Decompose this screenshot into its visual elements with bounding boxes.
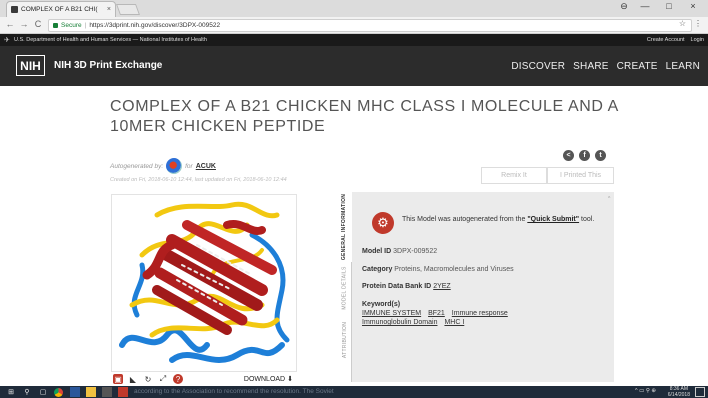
- minimize-button[interactable]: —: [636, 1, 654, 11]
- back-button[interactable]: ←: [4, 19, 16, 29]
- site-header: NIH NIH 3D Print Exchange DISCOVER SHARE…: [0, 46, 708, 86]
- file-explorer-icon[interactable]: [86, 387, 96, 397]
- search-icon[interactable]: ⚲: [22, 387, 32, 397]
- nav-learn[interactable]: LEARN: [666, 61, 700, 72]
- pdb-id-link[interactable]: 2YEZ: [433, 283, 451, 290]
- author-link[interactable]: ACUK: [196, 163, 216, 170]
- favicon-icon: [11, 6, 18, 13]
- print-icon[interactable]: ▣: [113, 374, 123, 384]
- nav-share[interactable]: SHARE: [573, 61, 608, 72]
- app-icon[interactable]: [102, 387, 112, 397]
- share-icon[interactable]: <: [563, 150, 574, 161]
- protein-ribbon-render: [119, 201, 290, 363]
- quick-submit-link[interactable]: "Quick Submit": [527, 216, 579, 223]
- keywords-block: Keyword(s) IMMUNE SYSTEM BF21 Immune res…: [362, 301, 602, 326]
- author-line: Autogenerated by: for ACUK: [110, 158, 216, 174]
- login-link[interactable]: Login: [691, 37, 704, 43]
- author-avatar: [166, 158, 183, 174]
- tab-attribution[interactable]: ATTRIBUTION: [338, 314, 352, 366]
- model-viewer[interactable]: [111, 194, 297, 372]
- taskbar-text: according to the Association to recommen…: [134, 388, 334, 395]
- secure-label: Secure: [61, 22, 82, 29]
- word-icon[interactable]: [70, 387, 80, 397]
- rotate-icon[interactable]: ↻: [143, 374, 153, 384]
- help-icon[interactable]: ?: [173, 374, 183, 384]
- info-tabs: GENERAL INFORMATION MODEL DETAILS ATTRIB…: [338, 192, 352, 382]
- model-id-row: Model ID 3DPX-009522: [362, 248, 438, 255]
- new-tab-button[interactable]: [115, 4, 141, 15]
- keyword-link[interactable]: Immunoglobulin Domain: [362, 319, 437, 326]
- task-view-icon[interactable]: ▢: [38, 387, 48, 397]
- keyword-link[interactable]: MHC I: [444, 319, 464, 326]
- bookmark-star-icon[interactable]: ☆: [679, 19, 686, 28]
- keywords-label: Keyword(s): [362, 301, 401, 308]
- remix-button[interactable]: Remix It: [481, 167, 547, 184]
- pdf-icon[interactable]: [118, 387, 128, 397]
- windows-start-icon[interactable]: ⊞: [6, 387, 16, 397]
- autogenerated-label: Autogenerated by:: [110, 162, 164, 170]
- nih-logo[interactable]: NIH: [16, 55, 45, 76]
- browser-tab[interactable]: COMPLEX OF A B21 CHI( ×: [6, 1, 116, 17]
- url-separator: |: [84, 22, 87, 29]
- for-label: for: [185, 162, 193, 170]
- close-window-button[interactable]: ×: [684, 1, 702, 11]
- tab-model-details[interactable]: MODEL DETAILS: [338, 262, 352, 314]
- notification-icon[interactable]: [695, 387, 705, 397]
- tab-title: COMPLEX OF A B21 CHI(: [21, 6, 98, 13]
- browser-toolbar: ← → C Secure | https://3dprint.nih.gov/d…: [0, 17, 708, 34]
- page-title: COMPLEX OF A B21 CHICKEN MHC CLASS I MOL…: [110, 98, 619, 135]
- address-bar[interactable]: Secure | https://3dprint.nih.gov/discove…: [48, 19, 692, 32]
- fullscreen-icon[interactable]: ⤢: [158, 374, 168, 384]
- account-links: Create Account Login: [647, 37, 704, 43]
- autogen-notice: This Model was autogenerated from the "Q…: [402, 216, 595, 223]
- category-value: Proteins, Macromolecules and Viruses: [394, 266, 514, 273]
- nav-discover[interactable]: DISCOVER: [511, 61, 565, 72]
- keyword-link[interactable]: IMMUNE SYSTEM: [362, 310, 421, 317]
- url-text[interactable]: https://3dprint.nih.gov/discover/3DPX-00…: [89, 22, 220, 29]
- taskbar-clock[interactable]: 8:36 AM 6/14/2018: [668, 386, 690, 398]
- site-title[interactable]: NIH 3D Print Exchange: [54, 60, 162, 71]
- facebook-icon[interactable]: f: [579, 150, 590, 161]
- pdb-row: Protein Data Bank ID 2YEZ: [362, 283, 451, 290]
- browser-tab-strip: COMPLEX OF A B21 CHI( × ⊖ — □ ×: [0, 0, 708, 17]
- printed-this-button[interactable]: I Printed This: [547, 167, 614, 184]
- create-account-link[interactable]: Create Account: [647, 37, 685, 43]
- clock-date: 6/14/2018: [667, 392, 690, 398]
- keyword-link[interactable]: BF21: [428, 310, 445, 317]
- main-nav: DISCOVER SHARE CREATE LEARN: [511, 61, 700, 72]
- download-label: DOWNLOAD: [243, 375, 286, 383]
- model-id-value: 3DPX-009522: [393, 248, 438, 255]
- maximize-button[interactable]: □: [660, 1, 678, 11]
- gov-bar-text: U.S. Department of Health and Human Serv…: [14, 37, 207, 43]
- panel-scroll-up[interactable]: ^: [608, 196, 610, 202]
- system-tray-icons[interactable]: ^ ▭ ⚲ ⊕: [635, 388, 656, 394]
- lock-icon: [53, 23, 58, 28]
- gov-bar: ✈ U.S. Department of Health and Human Se…: [0, 34, 708, 46]
- tab-general-information[interactable]: GENERAL INFORMATION: [338, 192, 352, 262]
- reload-button[interactable]: C: [32, 19, 44, 29]
- download-arrow-icon: ⬇: [287, 376, 293, 383]
- chrome-icon[interactable]: [54, 388, 63, 397]
- account-icon[interactable]: ⊖: [615, 1, 633, 12]
- forward-button[interactable]: →: [18, 19, 30, 29]
- viewer-toolbar: ▣ ◣ ↻ ⤢ ? DOWNLOAD ⬇: [111, 372, 297, 386]
- cog-icon: ⚙: [372, 212, 394, 234]
- download-button[interactable]: DOWNLOAD ⬇: [243, 375, 293, 384]
- browser-menu-icon[interactable]: ⋮: [694, 19, 702, 28]
- hhs-eagle-icon: ✈: [4, 37, 10, 44]
- keyword-link[interactable]: Immune response: [452, 310, 508, 317]
- tab-close-icon[interactable]: ×: [107, 6, 111, 13]
- camera-icon[interactable]: ◣: [128, 374, 138, 384]
- windows-taskbar: ⊞ ⚲ ▢ according to the Association to re…: [0, 386, 708, 398]
- nav-create[interactable]: CREATE: [617, 61, 658, 72]
- category-row: Category Proteins, Macromolecules and Vi…: [362, 266, 514, 273]
- twitter-icon[interactable]: t: [595, 150, 606, 161]
- created-date: Created on Fri, 2018-06-10 12:44, last u…: [110, 177, 287, 183]
